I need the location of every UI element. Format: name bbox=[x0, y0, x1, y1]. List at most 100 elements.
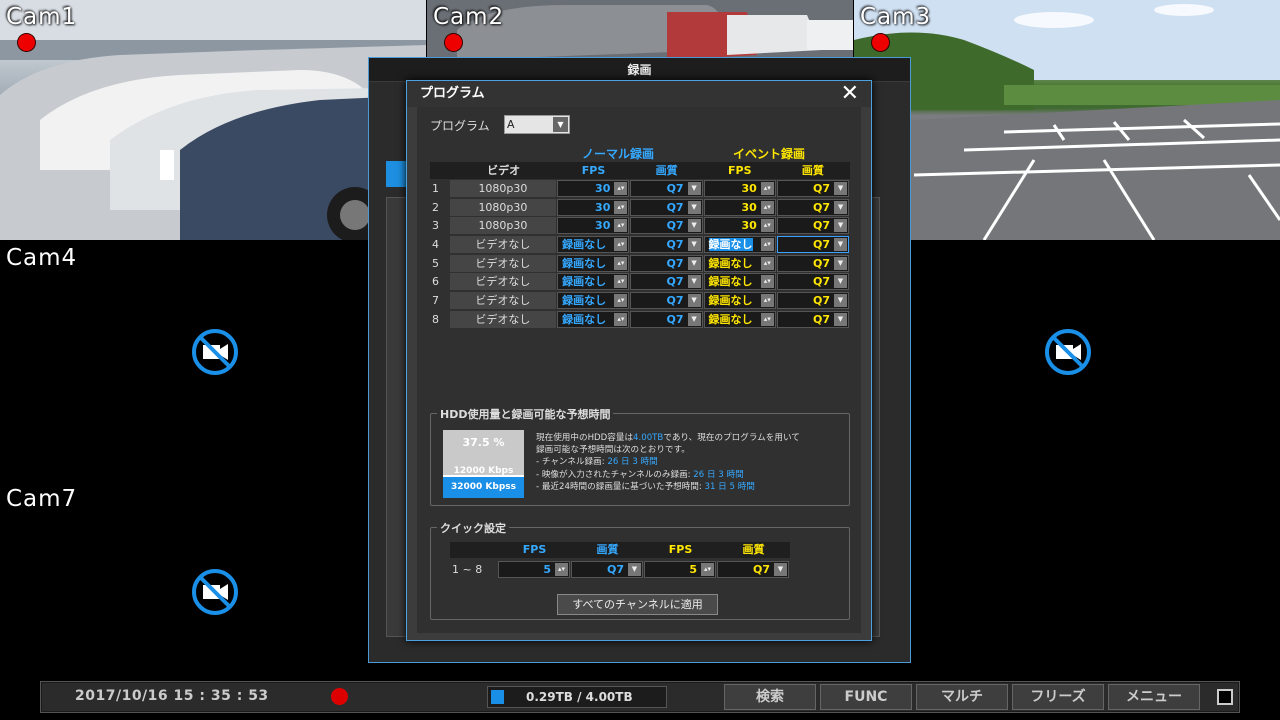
chevron-down-icon[interactable]: ▼ bbox=[687, 256, 701, 270]
program-label: プログラム bbox=[430, 119, 490, 133]
spin-icon[interactable]: ▴▾ bbox=[760, 181, 774, 195]
chevron-down-icon[interactable]: ▼ bbox=[687, 293, 701, 307]
chevron-down-icon[interactable]: ▼ bbox=[687, 237, 701, 251]
normal-quality-value: Q7 bbox=[666, 219, 684, 233]
multi-button[interactable]: マルチ bbox=[916, 684, 1008, 710]
spin-icon[interactable]: ▴▾ bbox=[614, 256, 628, 270]
chevron-down-icon[interactable]: ▼ bbox=[834, 256, 847, 270]
chevron-down-icon[interactable]: ▼ bbox=[834, 275, 847, 289]
spin-icon[interactable]: ▴▾ bbox=[614, 181, 628, 195]
freeze-button[interactable]: フリーズ bbox=[1012, 684, 1104, 710]
chevron-down-icon[interactable]: ▼ bbox=[834, 181, 848, 195]
spin-icon[interactable]: ▴▾ bbox=[614, 293, 628, 307]
event-fps-stepper[interactable]: 30 ▴▾ bbox=[703, 217, 776, 235]
chevron-down-icon[interactable]: ▼ bbox=[834, 237, 847, 251]
search-button[interactable]: 検索 bbox=[724, 684, 816, 710]
normal-quality-select[interactable]: Q7 ▼ bbox=[630, 217, 703, 235]
normal-fps-stepper[interactable]: 30 ▴▾ bbox=[557, 179, 630, 197]
func-button[interactable]: FUNC bbox=[820, 684, 912, 710]
spin-icon[interactable]: ▴▾ bbox=[760, 200, 774, 214]
hdd-text-line2: 録画可能な予想時間は次のとおりです。 bbox=[536, 445, 690, 456]
normal-quality-select[interactable]: Q7 ▼ bbox=[630, 198, 703, 216]
quick-event-quality-select[interactable]: Q7 ▼ bbox=[717, 561, 789, 578]
spin-icon[interactable]: ▴▾ bbox=[614, 219, 628, 233]
event-quality-select[interactable]: Q7 ▼ bbox=[776, 273, 849, 291]
program-select[interactable]: A ▼ bbox=[504, 115, 570, 134]
normal-fps-stepper[interactable]: 録画なし ▴▾ bbox=[557, 273, 630, 291]
chevron-down-icon[interactable]: ▼ bbox=[687, 275, 701, 289]
program-dialog: プログラム ✕ プログラム A ▼ ノーマル録画 イベント録画 ビデオ FPS … bbox=[406, 80, 872, 641]
normal-quality-select[interactable]: Q7 ▼ bbox=[630, 235, 703, 253]
normal-fps-stepper[interactable]: 録画なし ▴▾ bbox=[557, 235, 630, 253]
normal-fps-stepper[interactable]: 録画なし ▴▾ bbox=[557, 291, 630, 309]
camera-tile-cam4[interactable]: Cam4 bbox=[0, 241, 426, 481]
chevron-down-icon[interactable]: ▼ bbox=[834, 200, 848, 214]
close-icon[interactable]: ✕ bbox=[841, 82, 859, 106]
chevron-down-icon[interactable]: ▼ bbox=[834, 293, 847, 307]
camera-tile-cam6[interactable]: n6 bbox=[854, 241, 1280, 481]
event-quality-select[interactable]: Q7 ▼ bbox=[776, 254, 849, 272]
spin-icon[interactable]: ▴▾ bbox=[760, 219, 774, 233]
event-quality-select[interactable]: Q7 ▼ bbox=[776, 235, 849, 253]
spin-icon[interactable]: ▴▾ bbox=[614, 275, 628, 289]
event-fps-stepper[interactable]: 30 ▴▾ bbox=[703, 198, 776, 216]
quick-normal-quality-select[interactable]: Q7 ▼ bbox=[571, 561, 643, 578]
menu-button[interactable]: メニュー bbox=[1108, 684, 1200, 710]
chevron-down-icon[interactable]: ▼ bbox=[553, 117, 568, 132]
normal-quality-select[interactable]: Q7 ▼ bbox=[630, 273, 703, 291]
channel-number: 8 bbox=[432, 312, 439, 326]
chevron-down-icon[interactable]: ▼ bbox=[834, 312, 847, 326]
event-fps-stepper[interactable]: 録画なし ▴▾ bbox=[703, 291, 776, 309]
event-quality-select[interactable]: Q7 ▼ bbox=[776, 310, 849, 328]
event-quality-select[interactable]: Q7 ▼ bbox=[776, 179, 850, 197]
spin-icon[interactable]: ▴▾ bbox=[760, 275, 774, 289]
hdd-text-line4-value: 26 日 3 時間 bbox=[693, 469, 744, 480]
video-resolution: ビデオなし bbox=[449, 310, 557, 328]
event-fps-stepper[interactable]: 録画なし ▴▾ bbox=[703, 273, 776, 291]
normal-quality-value: Q7 bbox=[666, 275, 684, 289]
normal-quality-select[interactable]: Q7 ▼ bbox=[630, 291, 703, 309]
program-table: ビデオ FPS 画質 FPS 画質 1 1080p30 30 ▴▾ Q7 ▼ 30 ▴▾ Q7 ▼… bbox=[430, 162, 850, 329]
chevron-down-icon[interactable]: ▼ bbox=[687, 312, 701, 326]
quick-normal-fps-stepper[interactable]: 5 ▴▾ bbox=[498, 561, 570, 578]
chevron-down-icon[interactable]: ▼ bbox=[628, 563, 641, 576]
event-quality-select[interactable]: Q7 ▼ bbox=[776, 198, 850, 216]
spin-icon[interactable]: ▴▾ bbox=[760, 237, 774, 251]
datetime-display: 2017/10/16 15 : 35 : 53 bbox=[75, 688, 269, 704]
normal-fps-stepper[interactable]: 30 ▴▾ bbox=[557, 217, 630, 235]
event-quality-select[interactable]: Q7 ▼ bbox=[776, 217, 850, 235]
normal-quality-select[interactable]: Q7 ▼ bbox=[630, 179, 703, 197]
spin-icon[interactable]: ▴▾ bbox=[760, 256, 774, 270]
spin-icon[interactable]: ▴▾ bbox=[614, 200, 628, 214]
chevron-down-icon[interactable]: ▼ bbox=[774, 563, 787, 576]
spin-icon[interactable]: ▴▾ bbox=[701, 563, 714, 576]
quick-event-fps-stepper[interactable]: 5 ▴▾ bbox=[644, 561, 716, 578]
event-fps-stepper[interactable]: 録画なし ▴▾ bbox=[703, 310, 776, 328]
normal-quality-select[interactable]: Q7 ▼ bbox=[630, 310, 703, 328]
chevron-down-icon[interactable]: ▼ bbox=[687, 200, 701, 214]
chevron-down-icon[interactable]: ▼ bbox=[834, 219, 848, 233]
event-fps-stepper[interactable]: 録画なし ▴▾ bbox=[703, 254, 776, 272]
header-normal-fps: FPS bbox=[581, 164, 606, 177]
event-quality-select[interactable]: Q7 ▼ bbox=[776, 291, 849, 309]
spin-icon[interactable]: ▴▾ bbox=[614, 312, 628, 326]
video-resolution: ビデオなし bbox=[449, 273, 557, 291]
camera-tile-cam7[interactable]: Cam7 bbox=[0, 482, 426, 680]
chevron-down-icon[interactable]: ▼ bbox=[687, 181, 701, 195]
spin-icon[interactable]: ▴▾ bbox=[760, 293, 774, 307]
spin-icon[interactable]: ▴▾ bbox=[760, 312, 774, 326]
chevron-down-icon[interactable]: ▼ bbox=[687, 219, 701, 233]
camera-tile-cam1[interactable]: Cam1 bbox=[0, 0, 426, 240]
normal-quality-value: Q7 bbox=[666, 312, 684, 326]
checkbox-icon[interactable] bbox=[1217, 689, 1233, 705]
spin-icon[interactable]: ▴▾ bbox=[555, 563, 568, 576]
normal-fps-stepper[interactable]: 録画なし ▴▾ bbox=[557, 310, 630, 328]
spin-icon[interactable]: ▴▾ bbox=[614, 237, 628, 251]
event-fps-stepper[interactable]: 録画なし ▴▾ bbox=[703, 235, 776, 253]
normal-quality-select[interactable]: Q7 ▼ bbox=[630, 254, 703, 272]
camera-tile-cam3[interactable]: Cam3 bbox=[854, 0, 1280, 240]
apply-all-channels-button[interactable]: すべてのチャンネルに適用 bbox=[557, 594, 718, 615]
event-fps-stepper[interactable]: 30 ▴▾ bbox=[703, 179, 776, 197]
normal-fps-stepper[interactable]: 30 ▴▾ bbox=[557, 198, 630, 216]
normal-fps-stepper[interactable]: 録画なし ▴▾ bbox=[557, 254, 630, 272]
